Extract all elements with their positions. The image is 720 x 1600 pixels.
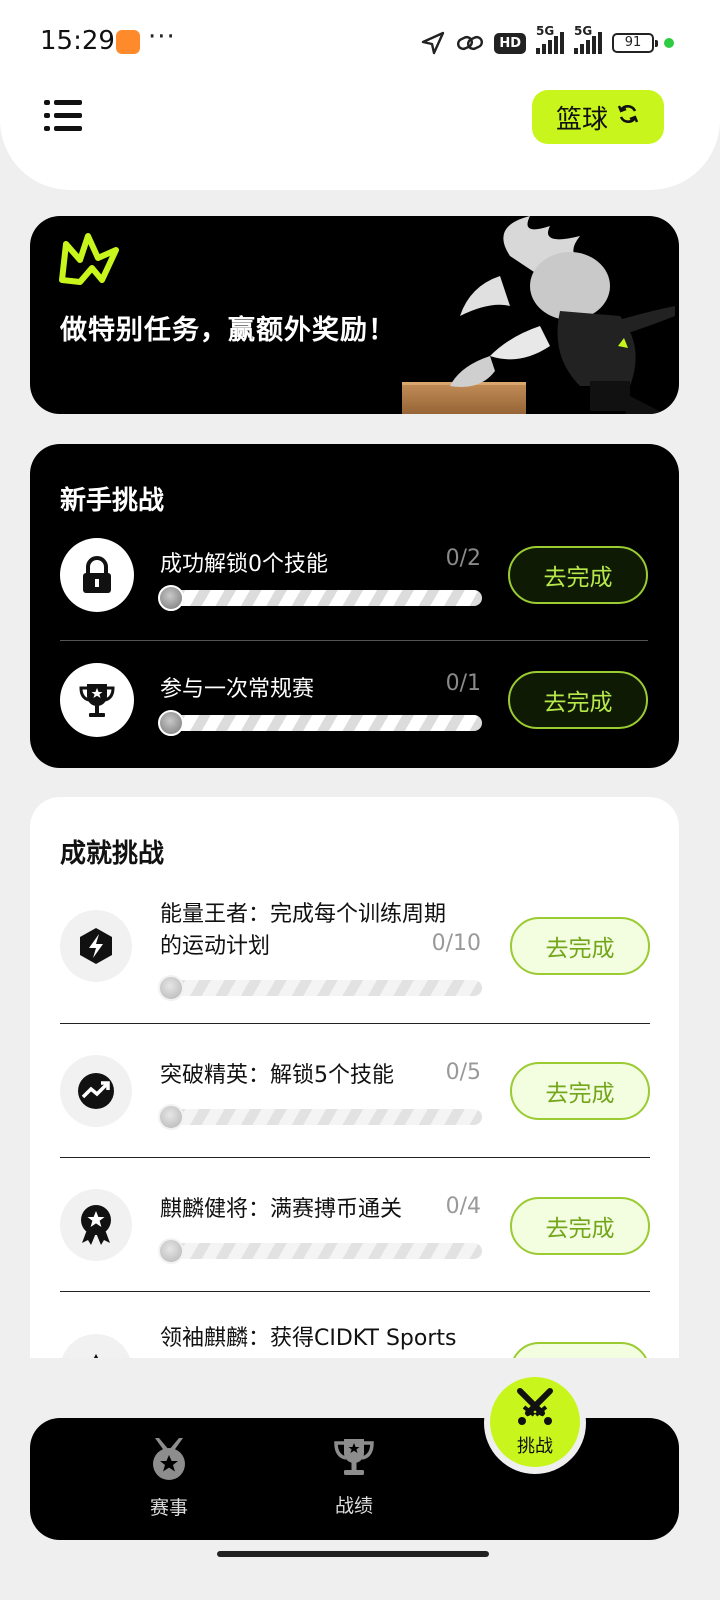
- crossed-swords-icon: [514, 1387, 556, 1432]
- progress-knob: [158, 1104, 184, 1130]
- list-item: 成功解锁0个技能 0/2 去完成: [30, 538, 679, 648]
- trophy-icon: [332, 1436, 376, 1485]
- task-count: 0/10: [431, 931, 481, 956]
- hd-indicator: HD: [494, 32, 526, 54]
- task-count: 0/1: [445, 671, 481, 696]
- brand-logo-icon: [58, 230, 122, 290]
- divider: [60, 640, 648, 641]
- progress-bar: [158, 585, 482, 611]
- progress-bar: [158, 1104, 482, 1130]
- divider: [60, 1157, 650, 1158]
- newbie-title: 新手挑战: [60, 486, 165, 516]
- task-label: 能量王者：完成每个训练周期: [160, 902, 447, 927]
- app-notification-icon: [116, 30, 140, 54]
- mascot-image: [450, 216, 679, 414]
- status-time: 15:29: [40, 26, 115, 56]
- link-icon: [456, 30, 484, 56]
- nav-label: 赛事: [149, 1497, 188, 1519]
- task-label-line2: 的运动计划: [160, 934, 271, 959]
- go-complete-button[interactable]: 去完成: [510, 1197, 650, 1255]
- privacy-dot-icon: [664, 38, 674, 48]
- battery-icon: 91: [612, 33, 658, 53]
- energy-icon: [60, 910, 132, 982]
- achievement-title: 成就挑战: [60, 839, 165, 869]
- task-label: 领袖麒麟：获得CIDKT Sports: [160, 1326, 457, 1351]
- refresh-icon: [616, 102, 640, 133]
- promo-banner[interactable]: 做特别任务，赢额外奖励！: [30, 216, 679, 414]
- go-complete-button[interactable]: 去完成: [510, 917, 650, 975]
- newbie-challenge-panel: 新手挑战 成功解锁0个技能 0/2 去完成 参与一次常规赛 0/1 去完成: [30, 444, 679, 768]
- progress-knob: [158, 710, 184, 736]
- sport-switch-button[interactable]: 篮球: [532, 90, 664, 144]
- nav-label-active: 挑战: [517, 1435, 553, 1457]
- achievement-challenge-panel: 成就挑战 能量王者：完成每个训练周期 的运动计划 0/10 去完成 突破精英：解…: [30, 797, 679, 1358]
- medal-icon: [149, 1436, 189, 1487]
- list-item: 参与一次常规赛 0/1 去完成: [30, 663, 679, 773]
- status-bar: 15:29 ··· HD 5G 5G 91: [0, 0, 720, 84]
- go-complete-button[interactable]: 去完成: [508, 546, 648, 604]
- sport-label: 篮球: [555, 104, 608, 135]
- triangle-icon: [60, 1334, 132, 1358]
- banner-text: 做特别任务，赢额外奖励！: [60, 315, 396, 346]
- task-label: 麒麟健将：满赛搏币通关: [160, 1197, 403, 1222]
- go-complete-button[interactable]: 去完成: [508, 671, 648, 729]
- nav-item-challenge[interactable]: 挑战: [490, 1377, 580, 1467]
- location-icon: [420, 30, 446, 56]
- nav-item-records[interactable]: 战绩: [309, 1436, 399, 1518]
- divider: [60, 1023, 650, 1024]
- task-label: 突破精英：解锁5个技能: [160, 1063, 394, 1088]
- task-count: 0/4: [445, 1194, 481, 1219]
- status-icons: HD 5G 5G 91: [420, 24, 674, 58]
- progress-knob: [158, 585, 184, 611]
- more-notifications-icon: ···: [148, 22, 176, 52]
- lock-icon: [60, 538, 134, 612]
- go-complete-button[interactable]: [510, 1342, 650, 1358]
- task-count: 0/2: [445, 546, 481, 571]
- home-indicator[interactable]: [217, 1551, 489, 1557]
- progress-bar: [158, 1238, 482, 1264]
- progress-knob: [158, 1238, 184, 1264]
- trophy-icon: [60, 663, 134, 737]
- progress-knob: [158, 975, 184, 1001]
- menu-icon[interactable]: [44, 100, 82, 132]
- trend-chart-icon: [60, 1055, 132, 1127]
- progress-bar: [158, 710, 482, 736]
- task-count: 0/5: [445, 1060, 481, 1085]
- signal-icon: 5G: [536, 24, 564, 54]
- task-label: 成功解锁0个技能: [160, 552, 328, 577]
- divider: [60, 1291, 650, 1292]
- nav-label: 战绩: [334, 1495, 373, 1517]
- go-complete-button[interactable]: 去完成: [510, 1062, 650, 1120]
- medal-star-icon: [60, 1189, 132, 1261]
- task-label: 参与一次常规赛: [160, 677, 315, 702]
- signal-icon-2: 5G: [574, 24, 602, 54]
- progress-bar: [158, 975, 482, 1001]
- nav-item-events[interactable]: 赛事: [124, 1436, 214, 1520]
